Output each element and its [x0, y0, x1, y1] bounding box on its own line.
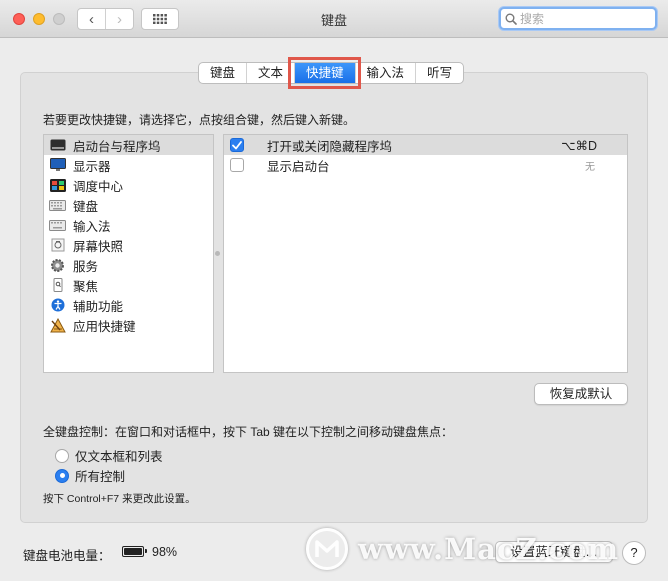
full-keyboard-access-label: 全键盘控制：在窗口和对话框中，按下 Tab 键在以下控制之间移动键盘焦点：: [43, 425, 454, 439]
input-source-icon: [49, 218, 66, 232]
battery-level-label: 键盘电池电量：: [23, 549, 111, 563]
category-item-spotlight[interactable]: 聚焦: [44, 275, 213, 295]
shortcut-row[interactable]: 显示启动台 无: [224, 155, 627, 175]
category-list: 启动台与程序坞 显示器 调度中心 键盘 输入法 屏幕快照 服务 聚焦 辅助功能 …: [43, 134, 214, 373]
watermark-text: www.MacZ.com: [358, 532, 620, 566]
tab-text[interactable]: 文本: [246, 63, 294, 83]
category-item-accessibility[interactable]: 辅助功能: [44, 295, 213, 315]
radio-button[interactable]: [55, 468, 69, 483]
watermark-logo: www.MacZ.com: [306, 528, 619, 570]
tab-keyboard[interactable]: 键盘: [199, 63, 246, 83]
category-label: 屏幕快照: [73, 239, 124, 254]
radio-button[interactable]: [55, 448, 69, 463]
macz-logo-icon: [306, 528, 348, 570]
mission-control-icon: [49, 178, 66, 192]
battery-percent: 98%: [152, 545, 178, 559]
gear-icon: [49, 258, 66, 272]
help-button[interactable]: ?: [622, 541, 646, 565]
category-item-display[interactable]: 显示器: [44, 155, 213, 175]
category-item-app-shortcuts[interactable]: 应用快捷键: [44, 315, 213, 335]
category-label: 调度中心: [73, 179, 124, 194]
search-input[interactable]: [520, 11, 650, 26]
shortcut-checkbox[interactable]: [230, 138, 244, 152]
keyboard-icon: [49, 198, 66, 212]
category-label: 聚焦: [73, 279, 99, 294]
spotlight-icon: [49, 278, 66, 292]
radio-text-boxes-lists[interactable]: 仅文本框和列表: [55, 446, 163, 465]
tab-bar: 键盘 文本 快捷键 输入法 听写: [198, 57, 465, 89]
search-box[interactable]: [499, 7, 657, 30]
launchpad-dock-icon: [49, 138, 66, 152]
shortcut-row[interactable]: 打开或关闭隐藏程序坞 ⌥⌘D: [224, 135, 627, 155]
category-item-input-sources[interactable]: 输入法: [44, 215, 213, 235]
tab-dictation[interactable]: 听写: [415, 63, 463, 83]
display-icon: [49, 158, 66, 172]
category-item-services[interactable]: 服务: [44, 255, 213, 275]
screenshot-icon: [49, 238, 66, 252]
category-label: 辅助功能: [73, 299, 124, 314]
radio-label: 仅文本框和列表: [75, 450, 163, 464]
radio-all-controls[interactable]: 所有控制: [55, 466, 125, 485]
category-label: 输入法: [73, 219, 111, 234]
category-label: 启动台与程序坞: [73, 139, 161, 154]
checkmark-icon: [232, 140, 242, 149]
category-item-keyboard[interactable]: 键盘: [44, 195, 213, 215]
category-item-launchpad-dock[interactable]: 启动台与程序坞: [44, 135, 213, 155]
shortcut-label: 打开或关闭隐藏程序坞: [267, 139, 393, 154]
shortcut-keys[interactable]: 无: [585, 158, 595, 173]
category-label: 应用快捷键: [73, 319, 136, 334]
category-label: 服务: [73, 259, 99, 274]
battery-icon: [122, 546, 147, 557]
category-item-mission-control[interactable]: 调度中心: [44, 175, 213, 195]
split-view-handle[interactable]: [215, 251, 220, 256]
shortcut-keys[interactable]: ⌥⌘D: [561, 138, 597, 153]
category-label: 键盘: [73, 199, 99, 214]
tab-shortcuts[interactable]: 快捷键: [288, 57, 361, 89]
title-bar: ‹ › 键盘: [0, 0, 668, 38]
category-item-screenshots[interactable]: 屏幕快照: [44, 235, 213, 255]
instruction-text: 若要更改快捷键，请选择它，点按组合键，然后键入新键。: [43, 113, 356, 127]
full-keyboard-access-hint: 按下 Control+F7 来更改此设置。: [43, 493, 196, 505]
radio-label: 所有控制: [75, 470, 126, 484]
category-label: 显示器: [73, 159, 111, 174]
accessibility-icon: [49, 298, 66, 312]
shortcut-list: 打开或关闭隐藏程序坞 ⌥⌘D 显示启动台 无: [223, 134, 628, 373]
shortcut-checkbox[interactable]: [230, 158, 244, 172]
restore-defaults-button[interactable]: 恢复成默认: [534, 383, 628, 405]
search-icon: [505, 13, 517, 25]
shortcut-label: 显示启动台: [267, 159, 330, 174]
app-shortcuts-icon: [49, 317, 66, 332]
tab-input-sources[interactable]: 输入法: [354, 63, 416, 83]
